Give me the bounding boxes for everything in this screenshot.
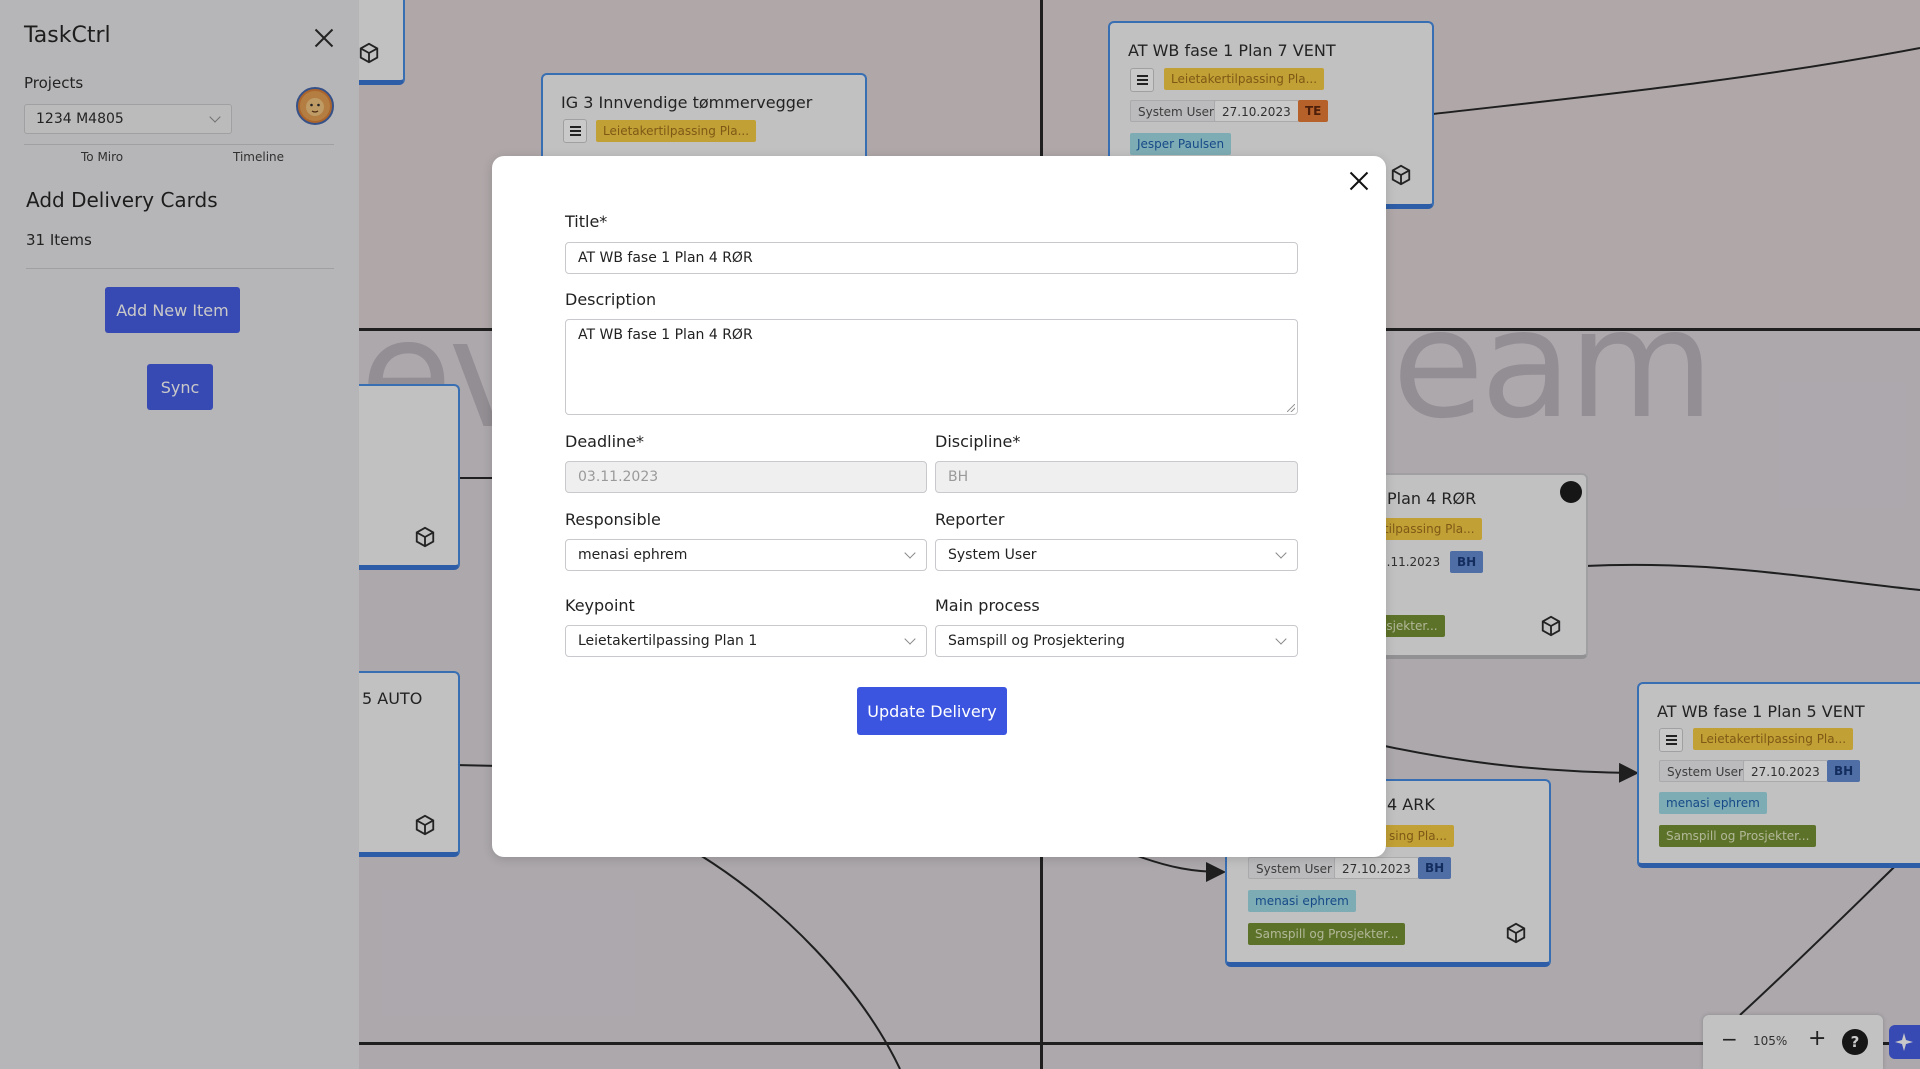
chevron-down-icon [1275,547,1287,559]
description-label: Description [565,290,657,309]
keypoint-select[interactable]: Leietakertilpassing Plan 1 [565,625,927,657]
deadline-input[interactable]: 03.11.2023 [565,461,927,493]
reporter-value: System User [948,547,1037,563]
close-icon[interactable] [1347,169,1371,193]
deadline-label: Deadline* [565,432,644,451]
main-process-select[interactable]: Samspill og Prosjektering [935,625,1298,657]
title-label: Title* [565,212,608,231]
description-textarea[interactable]: AT WB fase 1 Plan 4 RØR [565,319,1298,415]
main-process-label: Main process [935,596,1040,615]
keypoint-value: Leietakertilpassing Plan 1 [578,633,758,649]
responsible-value: menasi ephrem [578,547,688,563]
description-text: AT WB fase 1 Plan 4 RØR [578,327,753,343]
title-input[interactable]: AT WB fase 1 Plan 4 RØR [565,242,1298,274]
discipline-input[interactable]: BH [935,461,1298,493]
main-process-value: Samspill og Prosjektering [948,633,1125,649]
chevron-down-icon [904,547,916,559]
keypoint-label: Keypoint [565,596,635,615]
responsible-label: Responsible [565,510,661,529]
reporter-select[interactable]: System User [935,539,1298,571]
chevron-down-icon [904,633,916,645]
chevron-down-icon [1275,633,1287,645]
resize-handle[interactable] [1287,404,1295,412]
update-delivery-button[interactable]: Update Delivery [857,687,1007,735]
edit-delivery-modal: Title* AT WB fase 1 Plan 4 RØR Descripti… [492,156,1386,857]
discipline-label: Discipline* [935,432,1021,451]
reporter-label: Reporter [935,510,1005,529]
responsible-select[interactable]: menasi ephrem [565,539,927,571]
